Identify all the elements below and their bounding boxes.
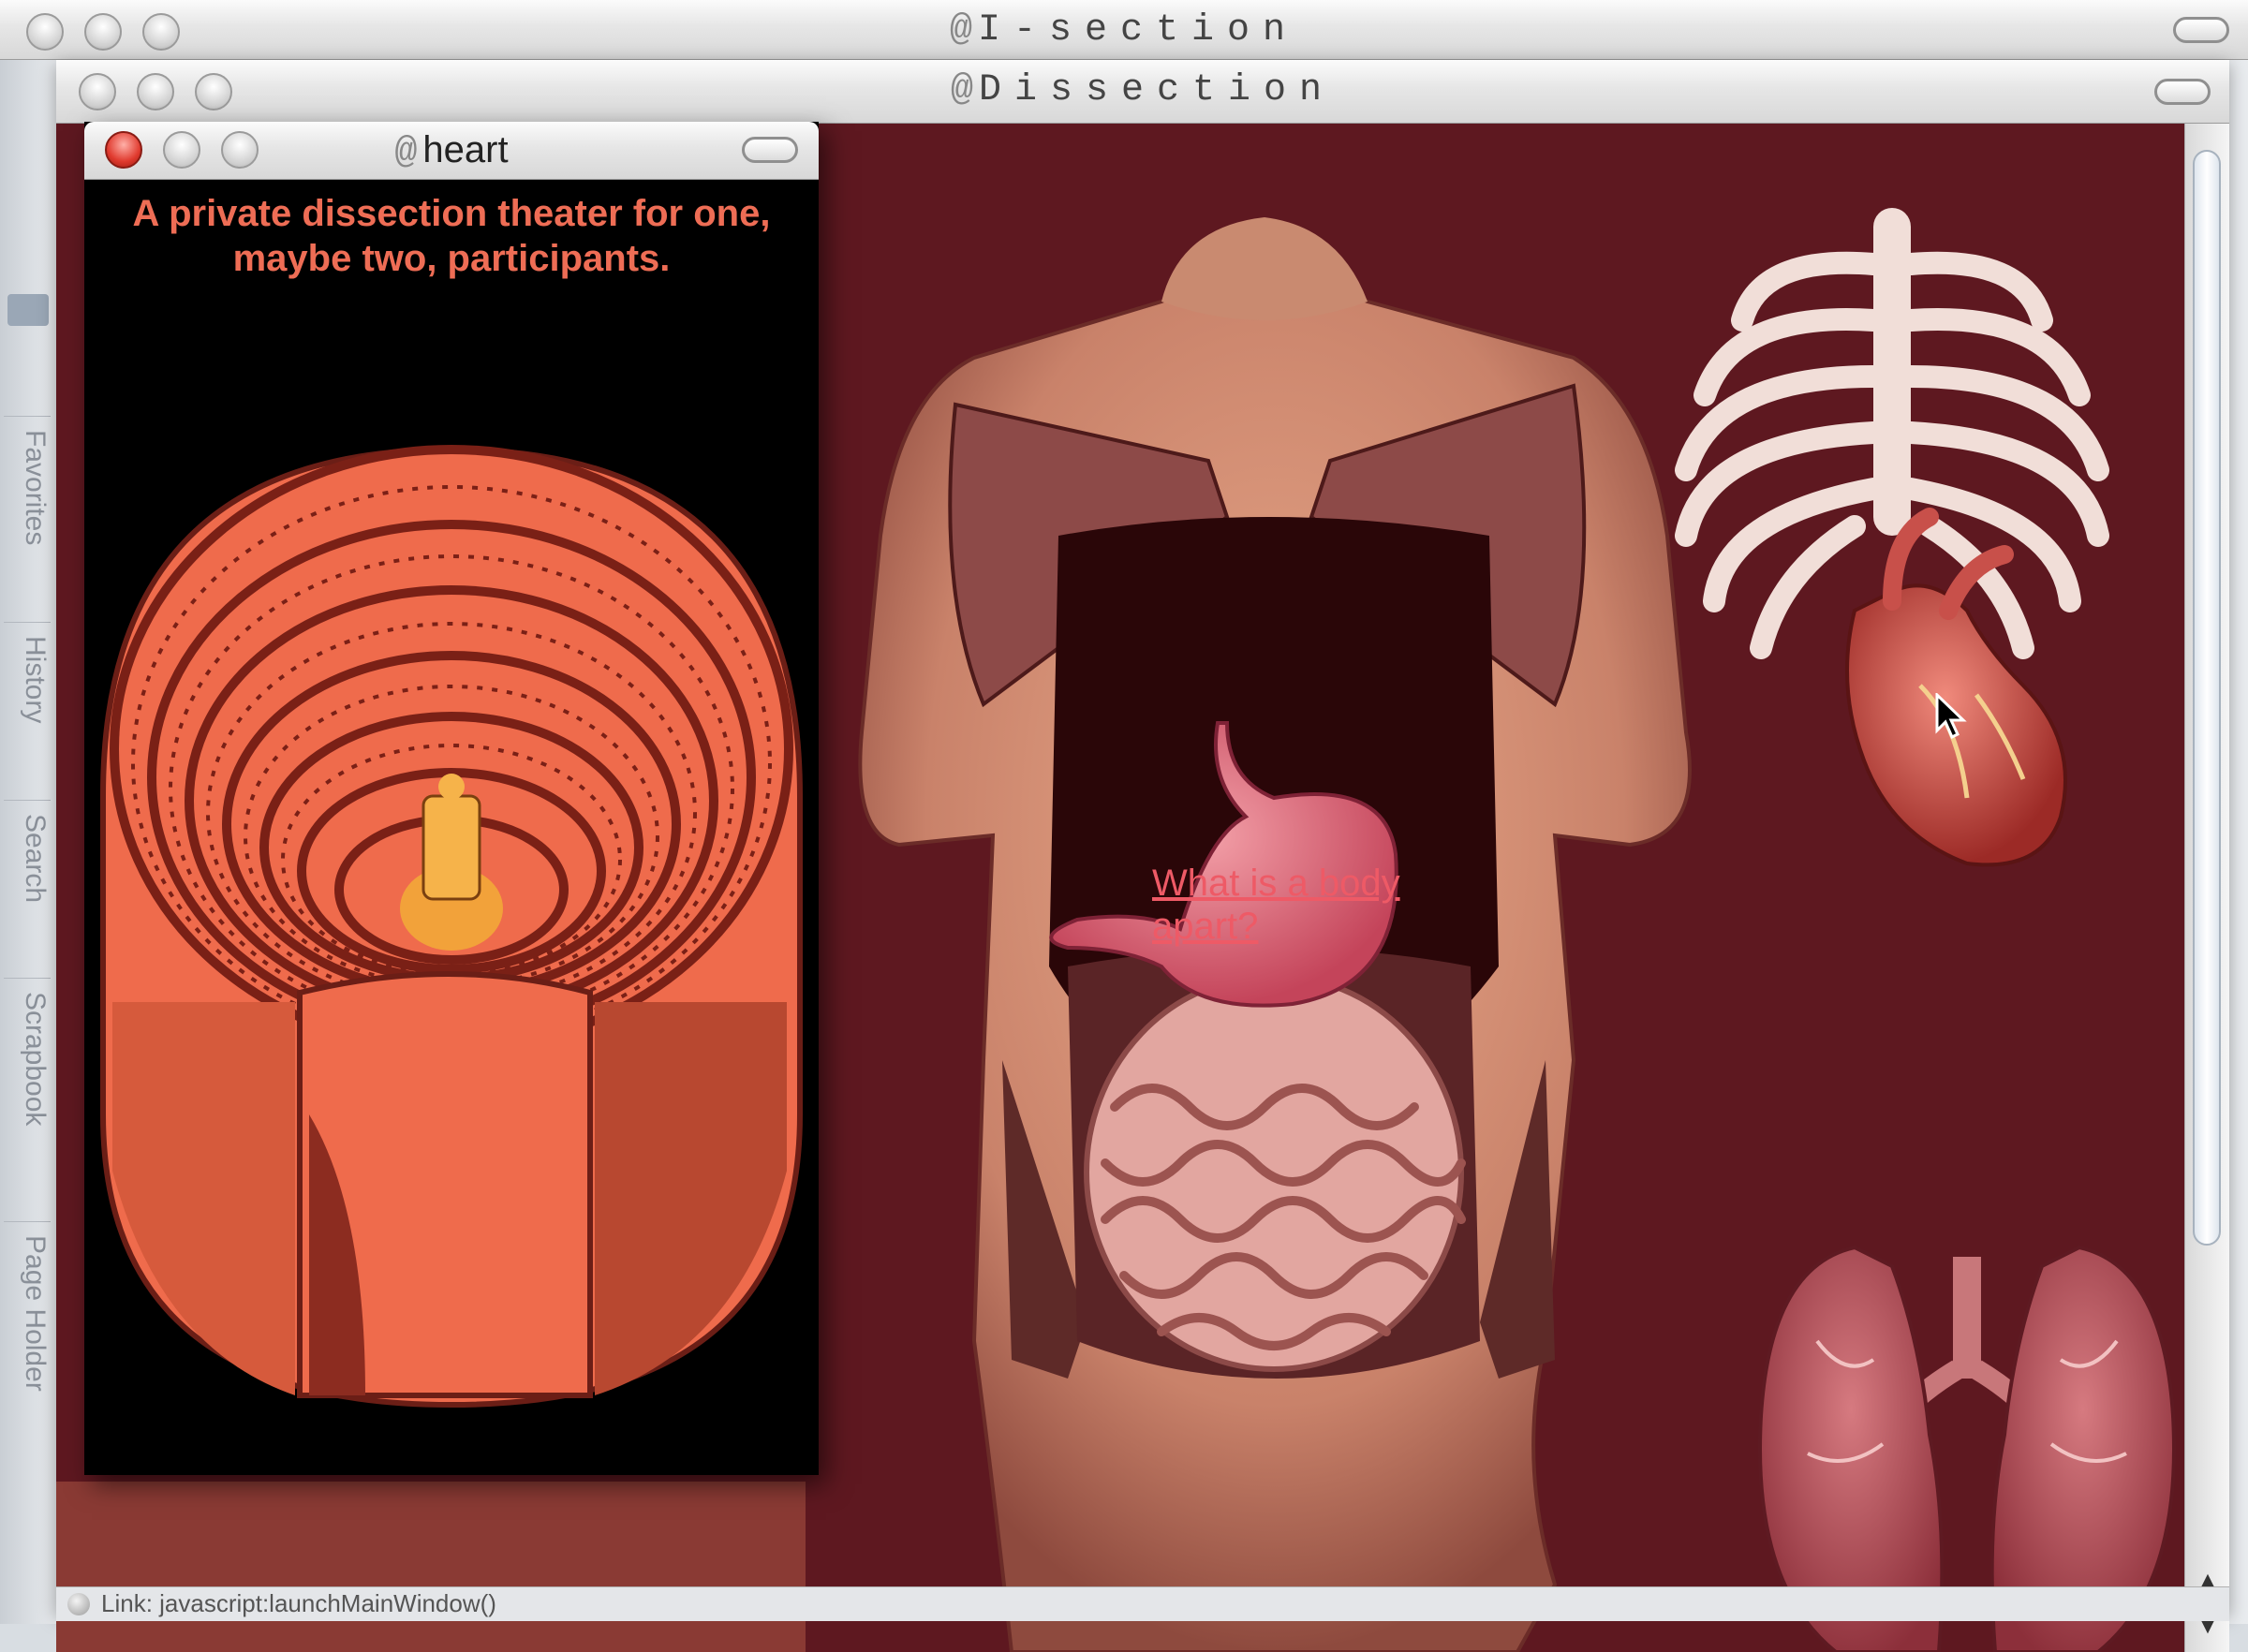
heart-title-text: heart (422, 129, 509, 170)
status-globe-icon (67, 1593, 90, 1615)
at-icon: @ (949, 9, 972, 52)
sidebar-grip-icon[interactable] (7, 294, 49, 326)
outer-window-title: @ I-section (0, 9, 2248, 52)
sidebar-tab-history[interactable]: History (4, 622, 51, 781)
body-apart-link[interactable]: What is a body apart? (1152, 862, 1489, 948)
heart-image (1845, 508, 2067, 867)
at-icon: @ (394, 132, 418, 174)
heart-toolbar-toggle-button[interactable] (742, 137, 798, 163)
popup-tagline: A private dissection theater for one, ma… (132, 193, 771, 279)
heart-window-title: @ heart (84, 129, 819, 174)
at-icon: @ (950, 69, 973, 111)
heart-title-bar[interactable]: @ heart (84, 122, 819, 180)
dissection-theater-image[interactable] (84, 272, 819, 1470)
dissection-title-bar[interactable]: @ Dissection (56, 60, 2229, 124)
outer-toolbar-toggle-button[interactable] (2173, 17, 2229, 43)
outer-title-bar[interactable]: @ I-section (0, 0, 2248, 60)
intestines (1084, 973, 1466, 1372)
heart-popup-window: @ heart A private dissection theater for … (84, 122, 819, 1475)
sidebar-tab-favorites[interactable]: Favorites (4, 416, 51, 603)
status-text: Link: javascript:launchMainWindow() (101, 1589, 496, 1617)
status-bar: Link: javascript:launchMainWindow() (56, 1586, 2229, 1621)
dissection-window-title: @ Dissection (56, 69, 2229, 111)
browser-sidebar: Favorites History Search Scrapbook Page … (0, 60, 57, 1624)
sidebar-tab-page-holder[interactable]: Page Holder (4, 1221, 51, 1446)
outer-title-text: I-section (977, 9, 1299, 52)
sidebar-tab-scrapbook[interactable]: Scrapbook (4, 978, 51, 1184)
background-engraving-fragment (56, 1482, 806, 1652)
mouse-pointer-icon (1935, 693, 1967, 740)
dissection-toolbar-toggle-button[interactable] (2154, 79, 2211, 105)
dissection-title-text: Dissection (978, 69, 1336, 111)
scrollbar-thumb[interactable] (2193, 150, 2221, 1246)
vertical-scrollbar[interactable]: ▲ ▼ (2184, 124, 2229, 1652)
sidebar-tab-search[interactable]: Search (4, 800, 51, 959)
